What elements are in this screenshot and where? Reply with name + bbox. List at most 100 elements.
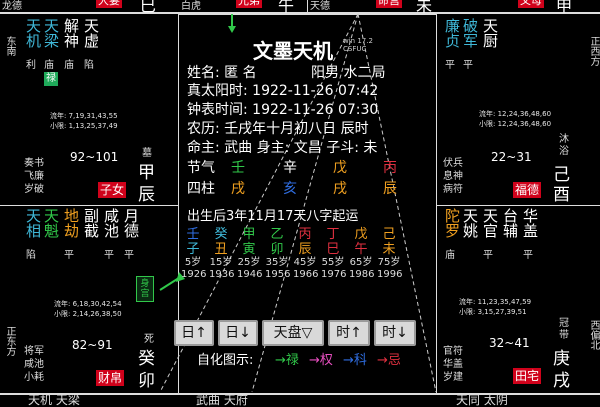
star-3: 天厨	[481, 18, 499, 48]
liunian: 流年: 7,19,31,43,55	[50, 112, 118, 120]
top-left-gods: 龙德	[2, 1, 22, 12]
palace-mao[interactable]: 天相 天魁 地劫 副截 咸池 月德 陷 平 平 平 流年: 6,18,30,42…	[14, 206, 178, 393]
god-1: 伏兵	[443, 158, 463, 169]
day-up-button[interactable]: 日↑	[174, 320, 214, 346]
bottom-strip-mid: 武曲 天府	[196, 393, 248, 407]
star-2: 天梁	[42, 18, 60, 48]
god-2: 息神	[443, 171, 463, 182]
palace-chen[interactable]: 天机 天梁 解神 天虚 利 庙 庙 陷 禄 流年: 7,19,31,43,55 …	[14, 14, 178, 205]
changsheng: 沐浴	[559, 134, 569, 157]
palace-you[interactable]: 廉贞 破军 天厨 平 平 流年: 12,24,36,48,60 小限: 12,2…	[437, 14, 586, 205]
sizhu-label: 四柱	[187, 181, 215, 197]
god-3: 岁破	[24, 184, 44, 195]
xiaoxian: 小限: 1,13,25,37,49	[50, 122, 118, 130]
bright-1: 平	[445, 60, 455, 71]
bright-3: 平	[483, 250, 493, 261]
xiaoxian: 小限: 2,14,26,38,50	[54, 310, 122, 318]
branch: 戌	[553, 371, 570, 391]
zihua-lu: →禄	[275, 353, 299, 368]
top-right-branch: 未	[416, 0, 433, 15]
bright-6: 平	[124, 250, 134, 261]
gender-line: 阳男 水二局	[311, 65, 386, 81]
liunian: 流年: 6,18,30,42,54	[54, 300, 122, 308]
dayun-5[interactable]: 丙 辰 45岁 1966	[293, 227, 318, 281]
dayun-3[interactable]: 甲 寅 25岁 1946	[237, 227, 262, 281]
age-range: 82~91	[72, 338, 113, 352]
qiyun-text: 出生后3年11月17天八字起运	[187, 209, 359, 224]
pillar-month-stem: 辛	[283, 160, 297, 176]
branch: 辰	[138, 185, 155, 205]
clock-time: 钟表时间: 1922-11-26 07:30	[187, 102, 379, 118]
bright-3: 庙	[64, 60, 74, 71]
hour-up-button[interactable]: 时↑	[328, 320, 370, 346]
palace-tag[interactable]: 子女	[98, 182, 127, 198]
zihua-label: 自化图示:	[197, 353, 254, 368]
bright-1: 庙	[445, 250, 455, 261]
god-3: 岁建	[443, 372, 463, 383]
dayun-6[interactable]: 丁 巳 55岁 1976	[321, 227, 346, 281]
star-1: 天机	[24, 18, 42, 48]
top-mid-tag[interactable]: 兄弟	[236, 0, 262, 8]
xiaoxian: 小限: 12,24,36,48,60	[479, 120, 552, 128]
day-down-button[interactable]: 日↓	[218, 320, 258, 346]
god-2: 咸池	[24, 359, 44, 370]
bright-1: 利	[26, 60, 36, 71]
zihua-quan: →权	[309, 353, 333, 368]
dayun-7[interactable]: 戊 午 65岁 1986	[349, 227, 374, 281]
star-4: 副截	[82, 208, 100, 238]
branch: 酉	[553, 185, 570, 205]
star-4: 台辅	[501, 208, 519, 238]
palace-tag[interactable]: 财帛	[96, 370, 125, 386]
star-1: 天相	[24, 208, 42, 238]
bright-3: 平	[64, 250, 74, 261]
bright-5: 平	[104, 250, 114, 261]
tianpan-dropdown[interactable]: 天盘▽	[262, 320, 324, 346]
dayun-2[interactable]: 癸 丑 15岁 1936	[209, 227, 234, 281]
age-range: 32~41	[489, 336, 530, 350]
pillar-hour-branch: 辰	[383, 181, 397, 197]
bright-2: 庙	[44, 60, 54, 71]
god-3: 小耗	[24, 372, 44, 383]
dayun-4[interactable]: 乙 卯 35岁 1956	[265, 227, 290, 281]
name-line: 姓名: 匿 名	[187, 65, 257, 81]
god-2: 飞廉	[24, 171, 44, 182]
star-1: 廉贞	[443, 18, 461, 48]
top-strip: 龙德 大妻 巳 白虎 兄弟 午 天德 命宫 未 父母 申	[0, 0, 600, 15]
zihua-ke: →科	[343, 353, 367, 368]
dayun-8[interactable]: 己 未 75岁 1996	[377, 227, 402, 281]
god-1: 官符	[443, 346, 463, 357]
branch: 卯	[138, 371, 155, 391]
age-range: 22~31	[491, 150, 532, 164]
palace-tag[interactable]: 福德	[513, 182, 542, 198]
zihua-ji: →忌	[377, 353, 401, 368]
pillar-year-branch: 戌	[231, 181, 245, 197]
direction-right-bottom: 西偏北	[588, 320, 599, 350]
bright-5: 平	[523, 250, 533, 261]
dayun-1[interactable]: 壬 子 5岁 1926	[181, 227, 206, 281]
star-5: 咸池	[102, 208, 120, 238]
hour-down-button[interactable]: 时↓	[374, 320, 416, 346]
shen-gong-tag[interactable]: 身宫	[136, 276, 154, 302]
top-left-tag[interactable]: 大妻	[96, 0, 122, 8]
star-2: 天姚	[461, 208, 479, 238]
direction-right-top: 正西方	[588, 36, 599, 66]
lu-tag: 禄	[44, 72, 58, 86]
pillar-day-stem: 戊	[333, 160, 347, 176]
changsheng: 墓	[142, 148, 152, 159]
palace-xu[interactable]: 陀罗 天姚 天官 台辅 华盖 庙 平 平 流年: 11,23,35,47,59 …	[437, 206, 586, 393]
pillar-year-stem: 壬	[231, 160, 245, 176]
top-mid-branch: 午	[278, 0, 295, 15]
palace-tag[interactable]: 田宅	[513, 368, 542, 384]
bottom-strip-left: 天机 天梁	[28, 393, 80, 407]
top-far-tag[interactable]: 父母	[518, 0, 544, 8]
star-1: 陀罗	[443, 208, 461, 238]
lunar-date: 农历: 壬戌年十月初八日 辰时	[187, 121, 369, 137]
top-right-tag[interactable]: 命宫	[376, 0, 402, 8]
top-mid-gods: 白虎	[181, 1, 201, 12]
top-right-gods: 天德	[310, 1, 330, 12]
jieqi-label: 节气	[187, 160, 215, 176]
bright-2: 平	[463, 60, 473, 71]
star-5: 华盖	[521, 208, 539, 238]
star-3: 天官	[481, 208, 499, 238]
liunian: 流年: 12,24,36,48,60	[479, 110, 552, 118]
